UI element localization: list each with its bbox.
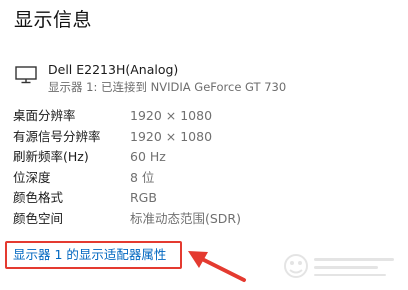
info-label: 有源信号分辨率 [13,128,101,144]
annotation-highlight-box [5,241,182,269]
info-row-color-space: 颜色空间 标准动态范围(SDR) [13,209,393,230]
info-row-desktop-resolution: 桌面分辨率 1920 × 1080 [13,106,393,127]
info-row-color-format: 颜色格式 RGB [13,188,393,209]
info-value: 标准动态范围(SDR) [130,210,241,226]
monitor-connection-status: 显示器 1: 已连接到 NVIDIA GeForce GT 730 [48,80,287,94]
info-value: 1920 × 1080 [130,128,213,144]
info-row-bit-depth: 位深度 8 位 [13,168,393,189]
baidu-jingyan-watermark [284,254,394,278]
info-row-active-signal-resolution: 有源信号分辨率 1920 × 1080 [13,127,393,148]
info-value: 1920 × 1080 [130,108,213,123]
info-value: 8 位 [130,169,155,185]
info-label: 颜色格式 [13,190,64,206]
monitor-entry: Dell E2213H(Analog) 显示器 1: 已连接到 NVIDIA G… [15,62,395,96]
monitor-icon [15,66,37,84]
info-row-refresh-rate: 刷新频率(Hz) 60 Hz [13,147,393,168]
info-label: 桌面分辨率 [13,108,76,123]
info-label: 位深度 [13,169,51,185]
info-value: RGB [130,190,157,206]
page-title: 显示信息 [14,9,93,31]
info-value: 60 Hz [130,149,166,165]
display-info-table: 桌面分辨率 1920 × 1080 有源信号分辨率 1920 × 1080 刷新… [13,106,393,230]
info-label: 刷新频率(Hz) [13,149,89,165]
info-label: 颜色空间 [13,210,64,226]
annotation-arrow-icon [188,251,246,282]
monitor-name: Dell E2213H(Analog) [48,62,179,77]
